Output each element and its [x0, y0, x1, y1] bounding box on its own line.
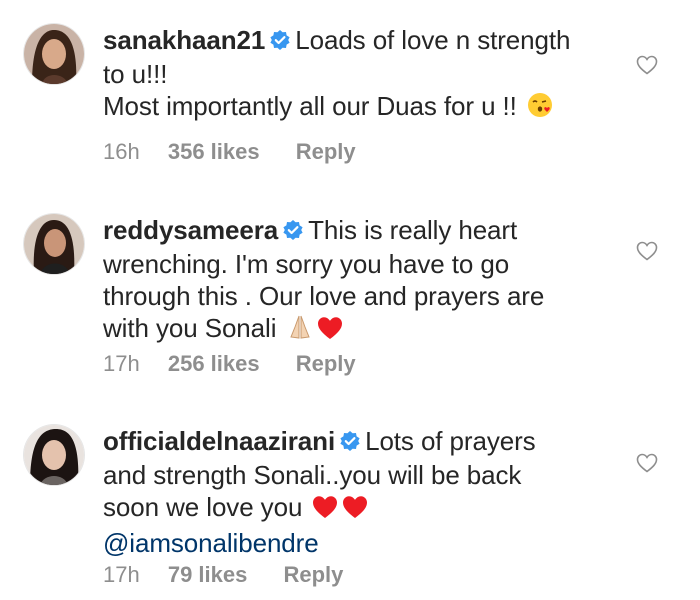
comment-timestamp: 17h: [103, 562, 140, 587]
comment-text: with you Sonali: [103, 313, 277, 343]
comment-text: soon we love you: [103, 492, 303, 522]
comment-meta: 17h 256 likes Reply: [103, 351, 356, 377]
comment-likes[interactable]: 256 likes: [168, 351, 260, 377]
red-heart-emoji-icon: [316, 315, 344, 348]
like-heart-icon[interactable]: [636, 55, 658, 75]
comment-body: sanakhaan21 Loads of love n strength to u…: [103, 24, 613, 126]
reply-button[interactable]: Reply: [296, 139, 356, 165]
comment-username[interactable]: sanakhaan21: [103, 25, 265, 55]
comment-meta: 17h 79 likes Reply: [103, 562, 343, 588]
comment-meta: 16h 356 likes Reply: [103, 139, 356, 165]
comment-text: Loads of love n strength: [295, 25, 571, 55]
mention-link[interactable]: @iamsonalibendre: [103, 528, 319, 558]
verified-badge-icon: [269, 26, 291, 58]
reply-button[interactable]: Reply: [296, 351, 356, 377]
avatar[interactable]: [24, 214, 84, 274]
comment-likes[interactable]: 79 likes: [168, 562, 248, 588]
avatar[interactable]: [24, 425, 84, 485]
comment-body: reddysameera This is really heart wrenchi…: [103, 214, 613, 348]
comment-body: officialdelnaazirani Lots of prayers and …: [103, 425, 613, 559]
comment-username[interactable]: officialdelnaazirani: [103, 426, 335, 456]
comment-text: to u!!!: [103, 59, 168, 89]
like-heart-icon[interactable]: [636, 453, 658, 473]
comment-text: This is really heart: [308, 215, 518, 245]
verified-badge-icon: [282, 216, 304, 248]
comment-timestamp: 16h: [103, 139, 140, 164]
comment-username[interactable]: reddysameera: [103, 215, 278, 245]
comment-text: wrenching. I'm sorry you have to go: [103, 249, 510, 279]
reply-button[interactable]: Reply: [283, 562, 343, 588]
comment-timestamp: 17h: [103, 351, 140, 376]
verified-badge-icon: [339, 427, 361, 459]
comment-text: Lots of prayers: [365, 426, 536, 456]
comment-likes[interactable]: 356 likes: [168, 139, 260, 165]
kissing-face-emoji-icon: [526, 91, 554, 126]
avatar[interactable]: [24, 24, 84, 84]
comment-text: Most importantly all our Duas for u !!: [103, 91, 517, 121]
comment-text: through this . Our love and prayers are: [103, 281, 545, 311]
like-heart-icon[interactable]: [636, 241, 658, 261]
comment-text: and strength Sonali..you will be back: [103, 460, 522, 490]
folded-hands-emoji-icon: [286, 313, 314, 348]
red-heart-emoji-icon: [311, 494, 339, 527]
red-heart-emoji-icon: [341, 494, 369, 527]
